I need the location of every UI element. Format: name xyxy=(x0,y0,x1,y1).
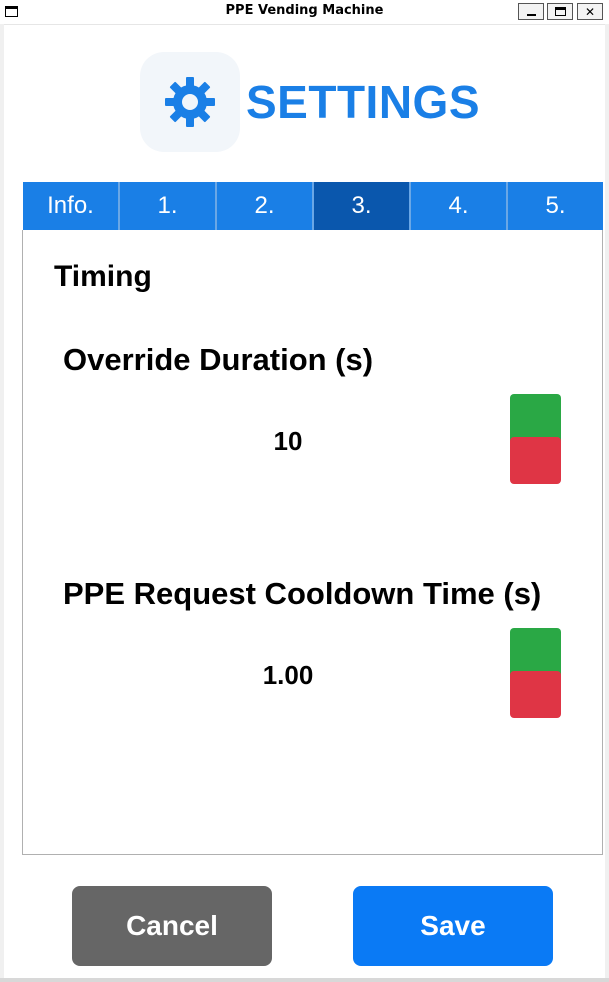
cooldown-time-stepper xyxy=(510,628,561,718)
tab-2[interactable]: 2. xyxy=(217,182,314,230)
override-duration-stepper xyxy=(510,394,561,484)
minimize-icon xyxy=(526,13,536,16)
tab-4[interactable]: 4. xyxy=(411,182,508,230)
tab-1[interactable]: 1. xyxy=(120,182,217,230)
minimize-button[interactable] xyxy=(518,3,544,20)
page-title: SETTINGS xyxy=(246,76,481,128)
cooldown-time-decrease-button[interactable] xyxy=(510,671,561,718)
tab-3[interactable]: 3. xyxy=(314,182,411,230)
maximize-icon xyxy=(554,7,566,16)
cooldown-time-label: PPE Request Cooldown Time (s) xyxy=(63,576,542,611)
window-frame-right xyxy=(605,24,609,982)
override-duration-increase-button[interactable] xyxy=(510,394,561,441)
gear-icon-container xyxy=(140,52,240,152)
settings-header: SETTINGS xyxy=(140,52,480,152)
save-button[interactable]: Save xyxy=(353,886,553,966)
settings-panel: Timing Override Duration (s) 10 PPE Requ… xyxy=(22,230,603,855)
maximize-button[interactable] xyxy=(547,3,573,20)
close-button[interactable]: ✕ xyxy=(577,3,603,20)
close-icon: ✕ xyxy=(584,4,596,19)
cooldown-time-increase-button[interactable] xyxy=(510,628,561,675)
override-duration-decrease-button[interactable] xyxy=(510,437,561,484)
gear-icon xyxy=(165,77,215,127)
cooldown-time-value[interactable]: 1.00 xyxy=(188,660,388,691)
section-title: Timing xyxy=(54,260,152,293)
tab-5[interactable]: 5. xyxy=(508,182,603,230)
override-duration-value[interactable]: 10 xyxy=(188,426,388,457)
override-duration-label: Override Duration (s) xyxy=(63,342,374,377)
window-frame-left xyxy=(0,24,4,982)
title-bar: PPE Vending Machine ✕ xyxy=(0,0,609,25)
cancel-button[interactable]: Cancel xyxy=(72,886,272,966)
settings-tabs: Info. 1. 2. 3. 4. 5. xyxy=(23,182,603,230)
tab-info[interactable]: Info. xyxy=(23,182,120,230)
window-frame-bottom xyxy=(0,978,609,982)
